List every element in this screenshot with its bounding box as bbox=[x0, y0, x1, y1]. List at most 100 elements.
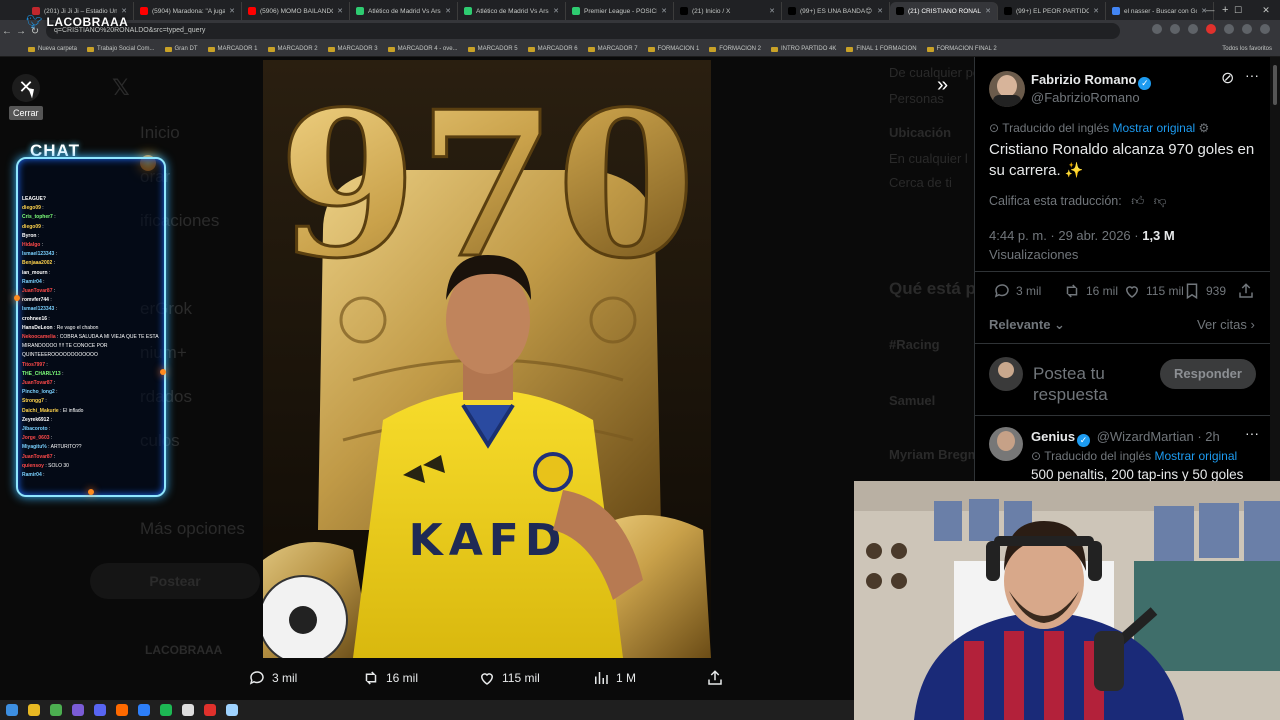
start-icon[interactable] bbox=[6, 704, 18, 716]
like-action[interactable]: 115 mil bbox=[478, 669, 540, 687]
tab-close-icon[interactable]: ✕ bbox=[229, 7, 235, 15]
thumbs-down-icon[interactable]: 👎︎ bbox=[1154, 194, 1167, 208]
bookmark-item[interactable]: MARCADOR 1 bbox=[207, 46, 258, 52]
tab-close-icon[interactable]: ✕ bbox=[337, 7, 343, 15]
app-icon[interactable] bbox=[116, 704, 128, 716]
more-options-icon[interactable]: ··· bbox=[1245, 67, 1259, 83]
address-bar[interactable]: q=CRISTIANO%20RONALDO&src=typed_query bbox=[46, 23, 1120, 39]
timestamp[interactable]: 4:44 p. m. · 29 abr. 2026 · bbox=[989, 228, 1139, 243]
responder-button[interactable]: Responder bbox=[1160, 359, 1256, 389]
post-button: Postear bbox=[90, 563, 260, 599]
bookmark-item[interactable]: FORMACION 1 bbox=[647, 46, 699, 52]
bookmark-item[interactable]: Nueva carpeta bbox=[28, 46, 77, 52]
author-name[interactable]: Fabrizio Romano ✓ bbox=[1031, 72, 1152, 90]
reply-count: 3 mil bbox=[272, 671, 298, 685]
bookmark-item[interactable]: MARCADOR 5 bbox=[467, 46, 518, 52]
repost-stat[interactable]: 16 mil bbox=[1063, 282, 1118, 300]
bookmark-star-icon[interactable] bbox=[1188, 24, 1198, 34]
tab-close-icon[interactable]: ✕ bbox=[553, 7, 559, 15]
bookmark-item[interactable]: FORMACION 2 bbox=[709, 46, 761, 52]
tab-close-icon[interactable]: ✕ bbox=[445, 7, 451, 15]
bookmark-item[interactable]: MARCADOR 3 bbox=[327, 46, 378, 52]
obs-icon[interactable] bbox=[182, 704, 194, 716]
minimize-icon[interactable]: — bbox=[1196, 0, 1224, 20]
maximize-icon[interactable]: ☐ bbox=[1224, 0, 1252, 20]
browser-tab[interactable]: (99+) EL PEOR PARTIDO D✕ bbox=[998, 2, 1106, 20]
browser-tab[interactable]: Premier League - POSICIÓ ✕ bbox=[566, 2, 674, 20]
chat-message: Hidalgo : bbox=[22, 241, 160, 250]
tab-close-icon[interactable]: ✕ bbox=[985, 7, 991, 15]
browser-tab[interactable]: (99+) ES UNA BANDA😊 ✕ bbox=[782, 2, 890, 20]
bookmark-item[interactable]: MARCADOR 7 bbox=[587, 46, 638, 52]
show-original-link[interactable]: Mostrar original bbox=[1112, 121, 1195, 135]
bookmark-label: MARCADOR 5 bbox=[477, 46, 518, 52]
tweet-photo[interactable]: 970 KAFD bbox=[263, 60, 711, 658]
bookmark-item[interactable]: Gran DT bbox=[164, 46, 198, 52]
views-action[interactable]: 1 M bbox=[592, 669, 636, 687]
browser-tab[interactable]: Atlético de Madrid Vs Ars ✕ bbox=[350, 2, 458, 20]
extension-icon[interactable] bbox=[1152, 24, 1162, 34]
app-icon[interactable] bbox=[204, 704, 216, 716]
chat-message: Byron : bbox=[22, 232, 160, 241]
browser-tab[interactable]: (5906) MOMO BAILANDO ✕ bbox=[242, 2, 350, 20]
author-avatar[interactable] bbox=[989, 71, 1025, 107]
quotes-link[interactable]: Ver citas › bbox=[1197, 317, 1255, 332]
tab-close-icon[interactable]: ✕ bbox=[1093, 7, 1099, 15]
reply-input[interactable]: Postea tu respuesta bbox=[1033, 363, 1108, 405]
chrome-icon[interactable] bbox=[50, 704, 62, 716]
browser-tab[interactable]: (21) CRISTIANO RONALDO ✕ bbox=[890, 2, 998, 20]
like-stat[interactable]: 115 mil bbox=[1123, 282, 1184, 300]
bookmark-item[interactable]: FINAL 1 FORMACION bbox=[846, 46, 917, 52]
discord-icon[interactable] bbox=[94, 704, 106, 716]
expand-panel-icon[interactable]: » bbox=[937, 74, 948, 97]
app-icon[interactable] bbox=[138, 704, 150, 716]
tab-close-icon[interactable]: ✕ bbox=[661, 7, 667, 15]
chat-message: diego09 : bbox=[22, 223, 160, 232]
reply-more-icon[interactable]: ··· bbox=[1245, 425, 1259, 441]
tab-close-icon[interactable]: ✕ bbox=[877, 7, 883, 15]
sort-dropdown[interactable]: Relevante ⌄ bbox=[989, 317, 1065, 333]
reply-action[interactable]: 3 mil bbox=[248, 669, 297, 687]
close-window-icon[interactable]: ✕ bbox=[1252, 0, 1280, 20]
browser-tab[interactable]: Atlético de Madrid Vs Ars ✕ bbox=[458, 2, 566, 20]
browser-tab-bar: (201) Ji Ji Ji – Estadio Únic ✕ (5904) Mar… bbox=[0, 0, 1280, 20]
share-action[interactable] bbox=[706, 669, 724, 687]
bookmark-item[interactable]: MARCADOR 2 bbox=[267, 46, 318, 52]
settings-gear-icon[interactable]: ⚙ bbox=[1199, 121, 1210, 135]
bookmark-item[interactable]: FORMACION FINAL 2 bbox=[926, 46, 997, 52]
reply-placeholder-2: respuesta bbox=[1033, 385, 1108, 404]
tab-close-icon[interactable]: ✕ bbox=[769, 7, 775, 15]
grok-icon[interactable]: ⊘ bbox=[1221, 68, 1234, 88]
all-bookmarks[interactable]: Todos los favoritos bbox=[1222, 46, 1272, 52]
share-stat[interactable] bbox=[1237, 282, 1255, 300]
close-viewer-button[interactable]: ✕ bbox=[12, 74, 40, 102]
bookmark-item[interactable]: MARCADOR 4 - ove... bbox=[387, 46, 458, 52]
bookmark-item[interactable]: INTRO PARTIDO 4K bbox=[770, 46, 836, 52]
repost-action[interactable]: 16 mil bbox=[362, 669, 418, 687]
menu-icon[interactable] bbox=[1260, 24, 1270, 34]
file-explorer-icon[interactable] bbox=[28, 704, 40, 716]
back-icon[interactable]: ← bbox=[0, 26, 14, 37]
author-handle[interactable]: @FabrizioRomano bbox=[1031, 90, 1140, 105]
bookmark-item[interactable]: Trabajo Social Com... bbox=[87, 46, 155, 52]
extension-icon[interactable] bbox=[1170, 24, 1180, 34]
scrollbar-thumb[interactable] bbox=[1273, 65, 1277, 105]
app-icon[interactable] bbox=[72, 704, 84, 716]
browser-tab[interactable]: (5904) Maradona: "A jugar ✕ bbox=[134, 2, 242, 20]
reply-author[interactable]: Genius ✓ @WizardMartian · 2h bbox=[1031, 429, 1220, 447]
reply-show-original-link[interactable]: Mostrar original bbox=[1154, 449, 1237, 463]
profile-icon[interactable] bbox=[1242, 24, 1252, 34]
app-icon[interactable] bbox=[226, 704, 238, 716]
chat-message: Strongg7 : bbox=[22, 397, 160, 406]
app-icon[interactable] bbox=[160, 704, 172, 716]
thumbs-up-icon[interactable]: 👍︎ bbox=[1131, 194, 1144, 208]
bookmark-item[interactable]: MARCADOR 6 bbox=[527, 46, 578, 52]
repost-count: 16 mil bbox=[386, 671, 419, 685]
extension-icon[interactable] bbox=[1224, 24, 1234, 34]
reply-stat[interactable]: 3 mil bbox=[993, 282, 1041, 300]
reply-author-avatar[interactable] bbox=[989, 427, 1023, 461]
bookmark-label: FORMACION FINAL 2 bbox=[936, 46, 997, 52]
extension-icon[interactable] bbox=[1206, 24, 1216, 34]
browser-tab[interactable]: (21) Inicio / X ✕ bbox=[674, 2, 782, 20]
bookmark-stat[interactable]: 939 bbox=[1183, 282, 1226, 300]
